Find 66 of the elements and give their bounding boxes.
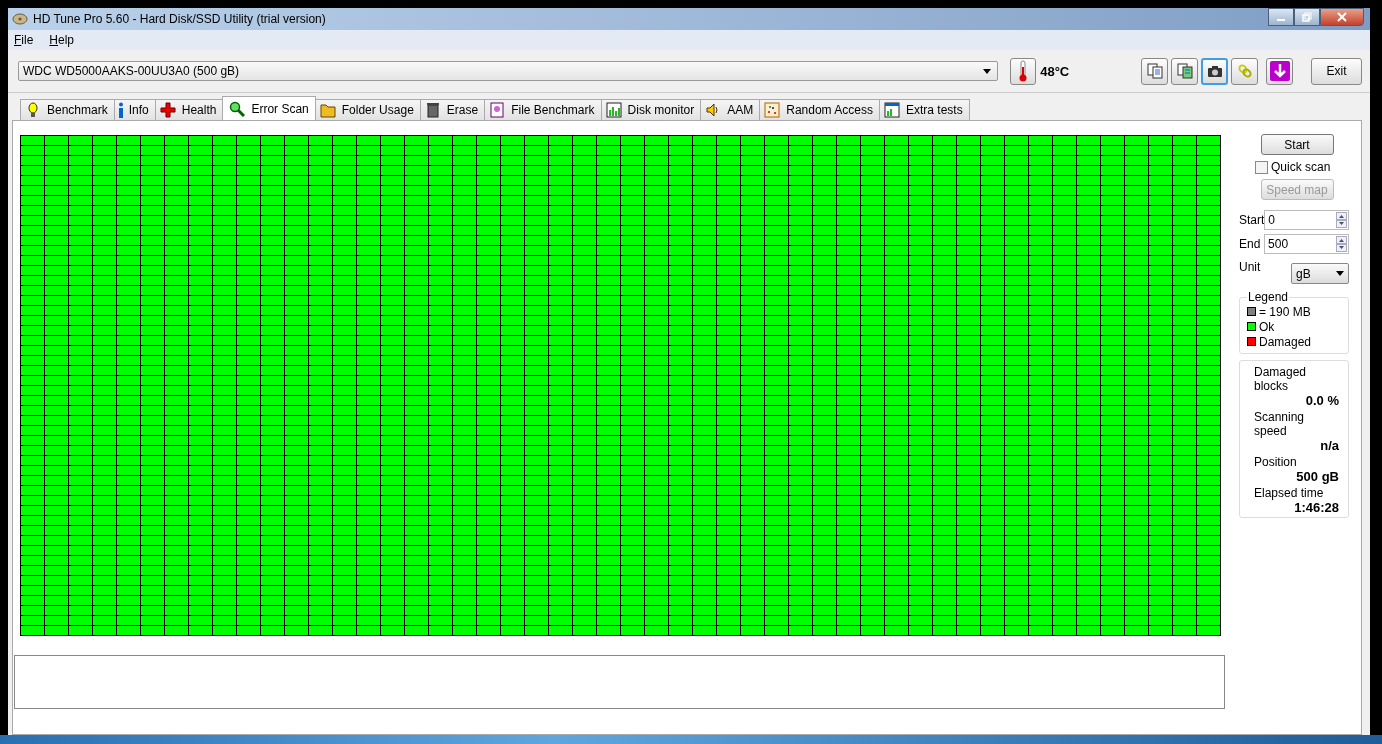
stat-value: 500 gB — [1296, 469, 1339, 484]
temperature-button[interactable] — [1009, 57, 1037, 85]
tab[interactable]: Random Access — [759, 99, 880, 120]
temperature-reading: 48°C — [1040, 63, 1070, 79]
stat-label: Elapsed time — [1254, 486, 1325, 500]
unit-dropdown[interactable]: gB — [1291, 263, 1349, 284]
health-cross-icon — [159, 102, 176, 118]
documents-icon — [1176, 63, 1193, 79]
minimize-icon — [1277, 19, 1285, 21]
tab[interactable]: Disk monitor — [600, 99, 702, 120]
bulb-icon — [25, 102, 41, 118]
field-label: End — [1239, 237, 1262, 251]
trash-icon — [424, 102, 441, 118]
toolbar-button[interactable] — [1201, 57, 1229, 85]
tab[interactable]: Folder Usage — [314, 99, 421, 120]
maximize-button[interactable] — [1294, 8, 1320, 26]
tab[interactable]: Info — [113, 99, 156, 120]
stat-label: Damaged blocks — [1254, 365, 1308, 393]
tab[interactable]: Health — [154, 99, 224, 120]
close-button[interactable] — [1320, 8, 1364, 26]
drive-dropdown[interactable]: WDC WD5000AAKS-00UU3A0 (500 gB) — [18, 61, 998, 81]
stat-label: Scanning speed — [1254, 410, 1306, 438]
field-label: Start — [1239, 213, 1265, 227]
thermometer-icon — [1018, 60, 1029, 82]
minimize-button[interactable] — [1268, 8, 1294, 26]
disk-icon — [12, 11, 28, 27]
tab[interactable]: Extra tests — [878, 99, 970, 120]
dropdown-arrow-icon — [1336, 271, 1344, 276]
field-label: Unit — [1239, 260, 1262, 274]
stat-label: Position — [1254, 455, 1298, 469]
exit-button[interactable]: Exit — [1311, 57, 1362, 85]
bar-chart-icon — [605, 102, 622, 118]
chain-icon — [1236, 63, 1253, 79]
tab[interactable]: Error Scan — [222, 96, 316, 120]
stat-value: 1:46:28 — [1294, 500, 1339, 515]
close-icon — [1337, 12, 1347, 22]
menu-item[interactable]: Help — [49, 33, 75, 47]
spreadsheet-icon — [883, 102, 900, 118]
scatter-icon — [764, 102, 781, 118]
window-title: HD Tune Pro 5.60 - Hard Disk/SSD Utility (trial version) — [33, 12, 326, 26]
dropdown-arrow-icon — [982, 68, 991, 74]
stat-value: n/a — [1320, 438, 1339, 453]
legend-label: Ok — [1259, 319, 1275, 334]
spinner-arrows-icon — [1336, 212, 1347, 228]
file-icon — [489, 102, 506, 118]
legend-label: Damaged — [1259, 334, 1312, 349]
tab[interactable]: AAM — [700, 99, 761, 120]
info-icon — [118, 102, 123, 118]
tab[interactable]: File Benchmark — [484, 99, 602, 120]
legend-label: = 190 MB — [1259, 304, 1311, 319]
folder-icon — [319, 102, 336, 118]
start-button[interactable]: Start — [1260, 134, 1334, 155]
tab[interactable]: Erase — [419, 99, 486, 120]
search-icon — [229, 100, 246, 117]
camera-icon — [1206, 63, 1223, 79]
number-field[interactable]: 500 — [1264, 234, 1349, 254]
tab[interactable]: Benchmark — [20, 99, 115, 120]
documents-icon — [1146, 63, 1163, 79]
number-field[interactable]: 0 — [1264, 210, 1349, 230]
quick-scan-checkbox[interactable]: Quick scan — [1255, 160, 1349, 174]
restore-icon — [1302, 12, 1312, 22]
spinner-arrows-icon — [1336, 236, 1347, 252]
toolbar-button[interactable] — [1266, 57, 1294, 85]
stat-value: 0.0 % — [1305, 393, 1339, 408]
menu-item[interactable]: File — [14, 33, 34, 47]
legend-title: Legend — [1247, 290, 1290, 304]
